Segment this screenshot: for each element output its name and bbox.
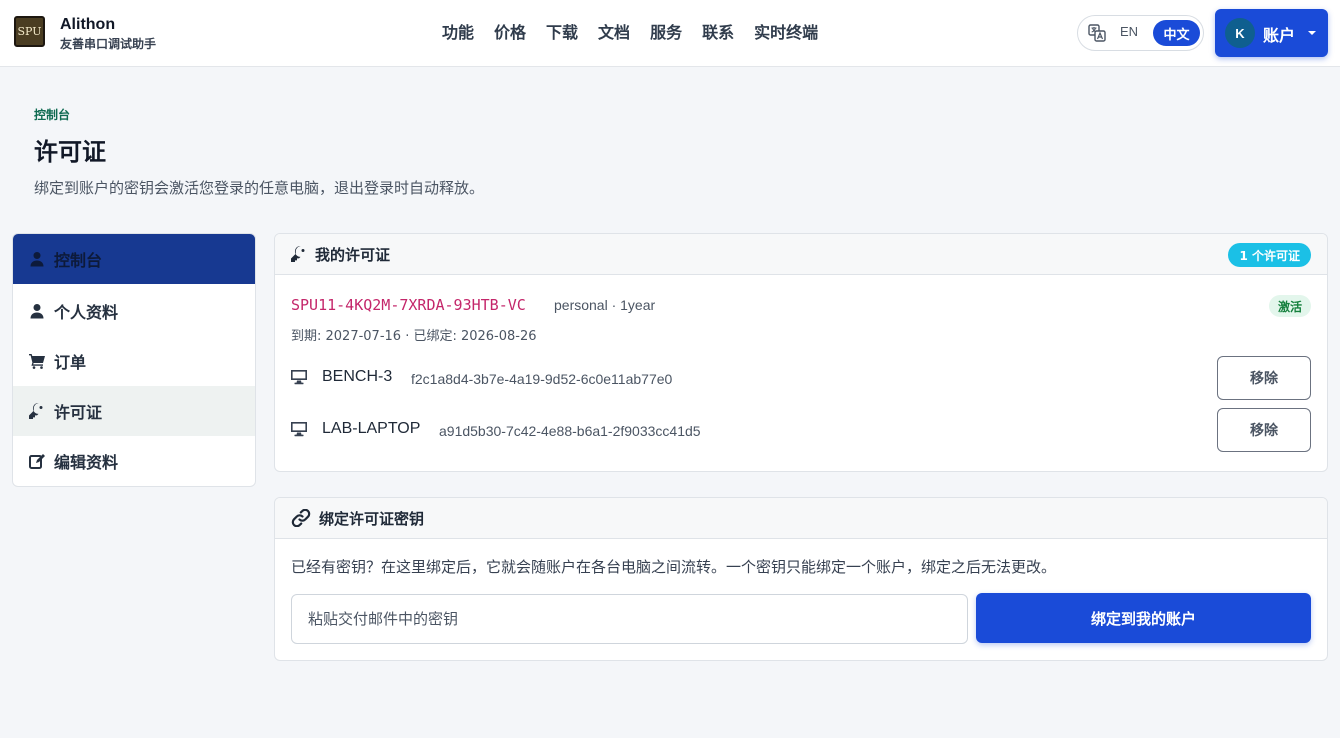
device-row: LAB-LAPTOP a91d5b30-7c42-4e88-b6a1-2f903… — [275, 408, 1327, 452]
licenses-card: 我的许可证 1 个许可证 SPU11-4KQ2M-7XRDA-93HTB-VC … — [274, 233, 1328, 472]
license-plan-meta: personal · 1year — [554, 297, 656, 313]
page-title: 许可证 — [34, 138, 106, 166]
monitor-icon — [291, 370, 307, 385]
key-icon — [29, 403, 45, 419]
license-count-badge: 1 个许可证 — [1228, 243, 1311, 267]
cart-icon — [29, 353, 45, 369]
brand-name[interactable]: Alithon — [60, 16, 115, 34]
language-switcher: EN 中文 — [1077, 15, 1204, 51]
brand-subtitle: 友善串口调试助手 — [60, 37, 157, 51]
lang-option-zh[interactable]: 中文 — [1153, 20, 1200, 46]
remove-device-button[interactable]: 移除 — [1217, 356, 1311, 400]
card-header: 我的许可证 1 个许可证 — [275, 234, 1327, 275]
sidebar-item-label: 个人资料 — [54, 303, 119, 322]
user-icon — [29, 251, 45, 267]
user-icon — [29, 303, 45, 319]
device-name: BENCH-3 — [322, 368, 393, 385]
device-row: BENCH-3 f2c1a8d4-3b7e-4a19-9d52-6c0e11ab… — [275, 356, 1327, 400]
sidebar-item-label: 控制台 — [54, 251, 103, 270]
nav-link-download[interactable]: 下载 — [536, 22, 588, 44]
sidebar-item-licenses[interactable]: 许可证 — [13, 386, 255, 436]
nav-link-features[interactable]: 功能 — [432, 22, 484, 44]
bind-license-card: 绑定许可证密钥 已经有密钥？在这里绑定后，它就会随账户在各台电脑之间流转。一个密… — [274, 497, 1328, 661]
bind-description: 已经有密钥？在这里绑定后，它就会随账户在各台电脑之间流转。一个密钥只能绑定一个账… — [291, 558, 1057, 576]
sidebar-item-orders[interactable]: 订单 — [13, 336, 255, 386]
sidebar-item-label: 许可证 — [54, 403, 103, 422]
remove-device-button[interactable]: 移除 — [1217, 408, 1311, 452]
device-name: LAB-LAPTOP — [322, 420, 421, 437]
translate-icon — [1088, 24, 1106, 42]
sidebar: 控制台 个人资料 订单 许可证 编辑资料 — [12, 233, 256, 487]
account-menu-button[interactable]: K 账户 — [1215, 9, 1328, 57]
sidebar-item-label: 编辑资料 — [54, 453, 119, 472]
lang-option-en[interactable]: EN — [1120, 24, 1138, 39]
card-header: 绑定许可证密钥 — [275, 498, 1327, 539]
key-icon — [291, 246, 305, 262]
sidebar-item-profile[interactable]: 个人资料 — [13, 286, 255, 336]
monitor-icon — [291, 422, 307, 437]
sidebar-item-label: 订单 — [54, 353, 87, 372]
brand-logo[interactable]: SPU — [14, 16, 45, 47]
breadcrumb[interactable]: 控制台 — [34, 106, 70, 123]
avatar: K — [1225, 18, 1255, 48]
sidebar-item-edit-profile[interactable]: 编辑资料 — [13, 436, 255, 486]
license-key[interactable]: SPU11-4KQ2M-7XRDA-93HTB-VC — [291, 296, 526, 314]
bind-to-account-button[interactable]: 绑定到我的账户 — [976, 593, 1311, 643]
link-icon — [291, 509, 311, 527]
main-nav: 功能 价格 下载 文档 服务 联系 实时终端 — [432, 22, 828, 44]
card-title: 绑定许可证密钥 — [319, 510, 425, 528]
card-title: 我的许可证 — [315, 246, 391, 264]
license-key-input[interactable] — [291, 594, 968, 644]
account-label: 账户 — [1263, 26, 1296, 45]
device-id: a91d5b30-7c42-4e88-b6a1-2f9033cc41d5 — [439, 423, 701, 439]
nav-link-services[interactable]: 服务 — [640, 22, 692, 44]
status-badge: 激活 — [1268, 295, 1311, 317]
device-id: f2c1a8d4-3b7e-4a19-9d52-6c0e11ab77e0 — [411, 371, 673, 387]
page-description: 绑定到账户的密钥会激活您登录的任意电脑，退出登录时自动释放。 — [34, 179, 485, 197]
edit-icon — [29, 453, 45, 469]
license-dates: 到期: 2027-07-16 · 已绑定: 2026-08-26 — [291, 329, 537, 344]
nav-link-live-terminal[interactable]: 实时终端 — [744, 22, 828, 44]
nav-link-contact[interactable]: 联系 — [692, 22, 744, 44]
sidebar-item-dashboard[interactable]: 控制台 — [13, 234, 255, 284]
top-navbar: SPU Alithon 友善串口调试助手 功能 价格 下载 文档 服务 联系 实… — [0, 0, 1340, 67]
chevron-down-icon — [1308, 31, 1316, 35]
nav-link-pricing[interactable]: 价格 — [484, 22, 536, 44]
nav-link-docs[interactable]: 文档 — [588, 22, 640, 44]
